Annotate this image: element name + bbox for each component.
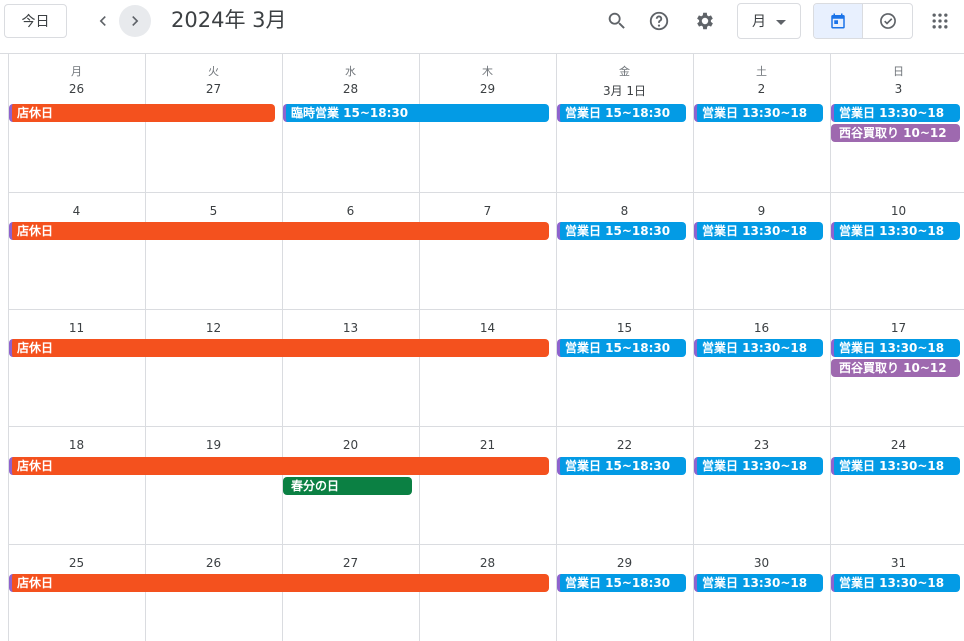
help-icon	[649, 11, 669, 31]
weekday-header: 土	[756, 65, 767, 78]
day-number[interactable]: 26	[8, 82, 145, 96]
event-chip[interactable]: 店休日	[9, 104, 275, 122]
weekday-header: 火	[208, 65, 219, 78]
day-number[interactable]: 22	[556, 438, 693, 452]
day-number[interactable]: 27	[282, 556, 419, 570]
grid-hline	[8, 426, 964, 427]
chevron-left-icon	[99, 16, 106, 26]
event-chip[interactable]: 営業日 13:30~18	[694, 104, 823, 122]
caret-down-icon	[776, 20, 786, 25]
weekday-header: 日	[893, 65, 904, 78]
day-number[interactable]: 21	[419, 438, 556, 452]
weekday-header: 水	[345, 65, 356, 78]
day-number[interactable]: 24	[830, 438, 964, 452]
event-chip[interactable]: 店休日	[9, 339, 549, 357]
event-chip[interactable]: 営業日 15~18:30	[557, 574, 686, 592]
month-title: 2024年 3月	[171, 8, 287, 32]
event-chip[interactable]: 営業日 15~18:30	[557, 104, 686, 122]
day-number[interactable]: 27	[145, 82, 282, 96]
today-button[interactable]: 今日	[4, 4, 67, 38]
event-chip[interactable]: 営業日 13:30~18	[831, 457, 960, 475]
event-chip[interactable]: 春分の日	[283, 477, 412, 495]
tasks-view-button[interactable]	[863, 4, 912, 38]
day-number[interactable]: 28	[419, 556, 556, 570]
grid-hline	[8, 544, 964, 545]
event-chip[interactable]: 西谷買取り 10~12	[831, 359, 960, 377]
grid-hline	[8, 309, 964, 310]
day-number[interactable]: 28	[282, 82, 419, 96]
weekday-header: 金	[619, 65, 630, 78]
day-number[interactable]: 26	[145, 556, 282, 570]
day-number[interactable]: 23	[693, 438, 830, 452]
grid-hline	[8, 192, 964, 193]
day-number[interactable]: 18	[8, 438, 145, 452]
day-number[interactable]: 10	[830, 204, 964, 218]
day-number[interactable]: 15	[556, 321, 693, 335]
month-grid: 月火水木金土日 26 27 28 29 3月 1日 2 3 4 5 6 7 8 9 10 11 12 13 14 15…	[0, 54, 964, 641]
event-chip[interactable]: 西谷買取り 10~12	[831, 124, 960, 142]
day-number[interactable]: 20	[282, 438, 419, 452]
day-number[interactable]: 12	[145, 321, 282, 335]
day-number[interactable]: 7	[419, 204, 556, 218]
event-chip[interactable]: 店休日	[9, 222, 549, 240]
day-number[interactable]: 19	[145, 438, 282, 452]
event-chip[interactable]: 営業日 13:30~18	[694, 457, 823, 475]
day-number[interactable]: 3	[830, 82, 964, 96]
view-select[interactable]: 月	[737, 3, 801, 39]
calendar-app: 今日 2024年 3月 月 月 火 水 木 金 土 日 26 27 28 29 …	[0, 0, 964, 641]
calendar-view-button[interactable]	[814, 4, 864, 38]
event-chip[interactable]: 営業日 15~18:30	[557, 222, 686, 240]
view-toggle	[813, 3, 913, 39]
event-chip[interactable]: 営業日 15~18:30	[557, 339, 686, 357]
event-chip[interactable]: 営業日 13:30~18	[831, 222, 960, 240]
day-number[interactable]: 29	[556, 556, 693, 570]
weekday-header: 木	[482, 65, 493, 78]
day-number[interactable]: 4	[8, 204, 145, 218]
day-number[interactable]: 3月 1日	[556, 82, 693, 99]
apps-button[interactable]	[924, 5, 956, 37]
day-number[interactable]: 30	[693, 556, 830, 570]
calendar-header: 今日 2024年 3月 月	[0, 0, 964, 54]
day-number[interactable]: 2	[693, 82, 830, 96]
event-chip[interactable]: 営業日 13:30~18	[694, 574, 823, 592]
day-number[interactable]: 14	[419, 321, 556, 335]
day-number[interactable]: 8	[556, 204, 693, 218]
apps-icon	[932, 13, 948, 29]
event-chip[interactable]: 店休日	[9, 457, 549, 475]
day-number[interactable]: 16	[693, 321, 830, 335]
day-number[interactable]: 13	[282, 321, 419, 335]
task-icon	[879, 13, 896, 29]
event-chip[interactable]: 営業日 13:30~18	[694, 339, 823, 357]
event-chip[interactable]: 営業日 15~18:30	[557, 457, 686, 475]
search-icon	[608, 12, 625, 29]
day-number[interactable]: 6	[282, 204, 419, 218]
day-number[interactable]: 31	[830, 556, 964, 570]
day-number[interactable]: 17	[830, 321, 964, 335]
day-number[interactable]: 29	[419, 82, 556, 96]
day-number[interactable]: 25	[8, 556, 145, 570]
event-chip[interactable]: 店休日	[9, 574, 549, 592]
day-number[interactable]: 11	[8, 321, 145, 335]
next-month-button[interactable]	[119, 5, 151, 37]
day-number[interactable]: 9	[693, 204, 830, 218]
event-chip[interactable]: 営業日 13:30~18	[694, 222, 823, 240]
prev-month-button[interactable]	[87, 5, 119, 37]
chevron-right-icon	[132, 16, 139, 26]
search-button[interactable]	[601, 5, 633, 37]
event-chip[interactable]: 営業日 13:30~18	[831, 339, 960, 357]
day-number[interactable]: 5	[145, 204, 282, 218]
settings-button[interactable]	[689, 5, 721, 37]
event-chip[interactable]: 営業日 13:30~18	[831, 574, 960, 592]
gear-icon	[697, 12, 713, 30]
event-chip[interactable]: 営業日 13:30~18	[831, 104, 960, 122]
view-select-label: 月	[752, 14, 766, 30]
calendar-icon	[831, 13, 845, 29]
help-button[interactable]	[643, 5, 675, 37]
weekday-header: 月	[71, 65, 82, 78]
event-chip[interactable]: 臨時営業 15~18:30	[283, 104, 549, 122]
